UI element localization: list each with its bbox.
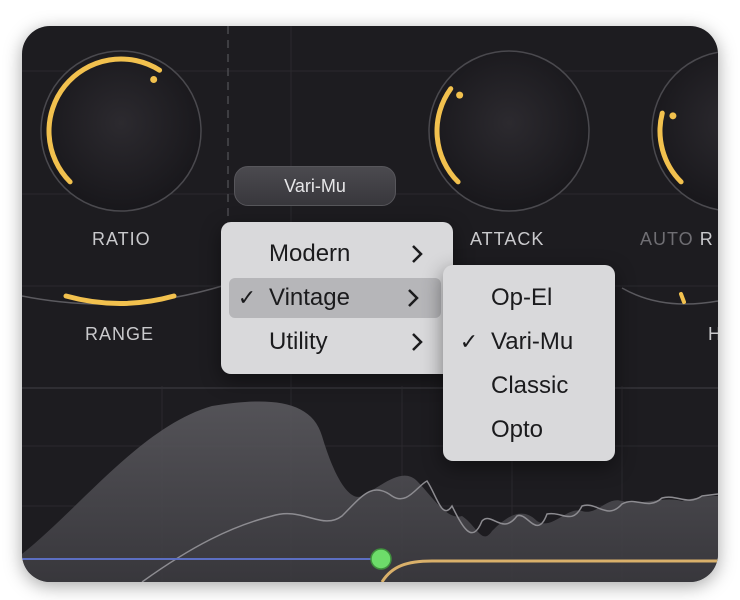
mode-button[interactable]: Vari-Mu bbox=[234, 166, 396, 206]
submenu-item-classic[interactable]: Classic bbox=[451, 366, 607, 406]
ratio-label: RATIO bbox=[92, 229, 151, 249]
chevron-right-icon bbox=[412, 245, 423, 263]
right-track[interactable] bbox=[621, 287, 718, 305]
menu-item-vintage[interactable]: ✓ Vintage bbox=[229, 278, 441, 318]
submenu-item-label: Op-El bbox=[491, 284, 553, 311]
range-indicator bbox=[63, 293, 177, 306]
menu-item-label: Vintage bbox=[269, 284, 350, 311]
range-label: RANGE bbox=[85, 324, 155, 344]
attack-knob[interactable] bbox=[428, 50, 590, 212]
ratio-knob[interactable] bbox=[40, 50, 202, 212]
auto-release-label: AUTO R bbox=[640, 229, 714, 249]
check-icon: ✓ bbox=[237, 285, 257, 310]
menu-item-modern[interactable]: Modern bbox=[229, 234, 445, 274]
attack-knob-pointer bbox=[456, 91, 464, 99]
partial-right-label: H bbox=[708, 324, 718, 344]
submenu-item-vari-mu[interactable]: ✓ Vari-Mu bbox=[451, 322, 607, 362]
right-indicator bbox=[679, 292, 686, 304]
chevron-right-icon bbox=[412, 333, 423, 351]
attack-label: ATTACK bbox=[470, 229, 545, 249]
release-knob[interactable] bbox=[651, 51, 718, 211]
submenu-item-label: Opto bbox=[491, 416, 544, 443]
submenu-item-op-el[interactable]: Op-El bbox=[451, 278, 607, 318]
ratio-knob-pointer bbox=[150, 75, 158, 83]
submenu-item-label: Vari-Mu bbox=[491, 328, 574, 355]
release-knob-pointer bbox=[669, 112, 677, 120]
menu-item-label: Modern bbox=[269, 240, 351, 267]
threshold-node[interactable] bbox=[370, 548, 392, 570]
category-menu: Modern ✓ Vintage Utility bbox=[221, 222, 453, 374]
chevron-right-icon bbox=[408, 289, 419, 307]
submenu-item-label: Classic bbox=[491, 372, 569, 399]
check-icon: ✓ bbox=[459, 329, 479, 354]
menu-item-label: Utility bbox=[269, 328, 328, 355]
menu-item-utility[interactable]: Utility bbox=[229, 322, 445, 362]
submenu-item-opto[interactable]: Opto bbox=[451, 410, 607, 450]
style-submenu: Op-El ✓ Vari-Mu Classic Opto bbox=[443, 265, 615, 461]
